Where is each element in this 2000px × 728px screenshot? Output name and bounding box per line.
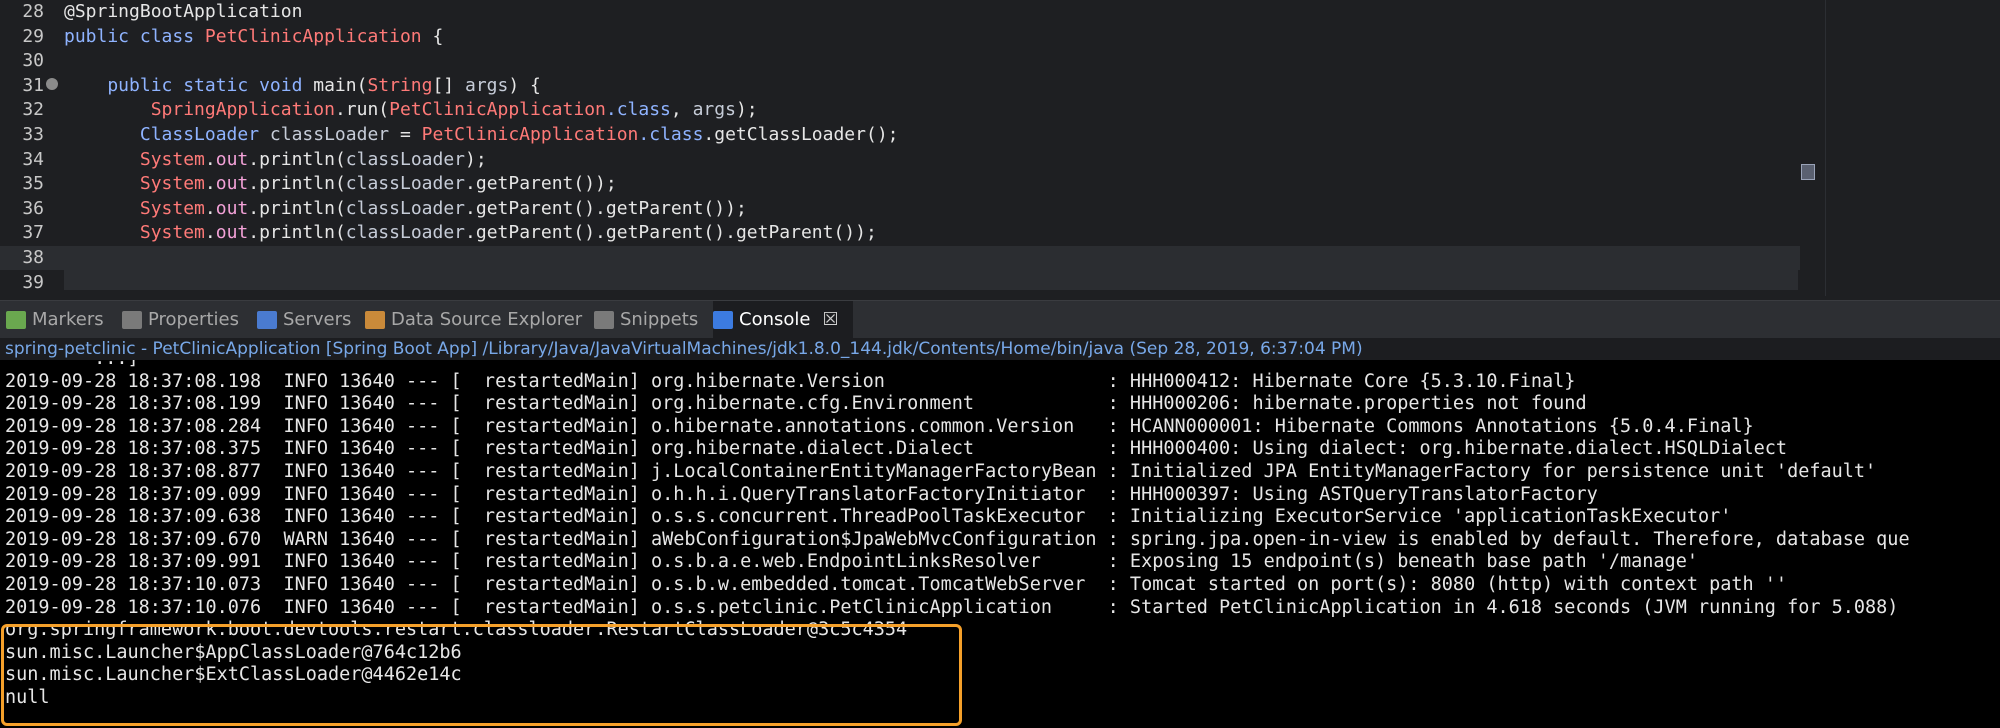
console-line: 2019-09-28 18:37:09.670 WARN 13640 --- […	[5, 528, 1910, 550]
code-text: System.out.println(classLoader.getParent…	[139, 222, 877, 244]
tab-label: Markers	[32, 309, 104, 330]
code-line[interactable]: 35 System.out.println(classLoader.getPar…	[0, 172, 1800, 196]
code-line[interactable]: 31 public static void main(String[] args…	[0, 74, 1800, 98]
line-number: 29	[22, 25, 44, 47]
line-number: 33	[22, 124, 44, 145]
console-line: null	[5, 687, 50, 708]
tab-label: Servers	[283, 309, 352, 330]
tab-console[interactable]: Console ☒	[713, 301, 853, 339]
line-number: 30	[22, 50, 44, 72]
tab-label: Properties	[148, 309, 239, 330]
console-line: org.springframework.boot.devtools.restar…	[5, 619, 908, 641]
data-source-icon	[365, 311, 385, 329]
console-line: 2019-09-28 18:37:08.375 INFO 13640 --- […	[5, 438, 1788, 460]
tab-label: Data Source Explorer	[391, 309, 583, 330]
line-number: 37	[22, 222, 44, 244]
line-number: 28	[22, 1, 44, 22]
line-number: 35	[22, 173, 44, 195]
console-line: sun.misc.Launcher$ExtClassLoader@4462e14…	[5, 664, 462, 686]
tab-label: Console	[739, 309, 811, 330]
tab-servers[interactable]: Servers	[257, 301, 358, 339]
code-text: @SpringBootApplication	[64, 1, 303, 22]
servers-icon	[257, 311, 277, 329]
tab-properties[interactable]: Properties	[122, 301, 250, 339]
console-launch-description: spring-petclinic - PetClinicApplication …	[0, 338, 2000, 360]
markers-icon	[6, 311, 26, 329]
code-editor[interactable]: 28 @SpringBootApplication 29 public class P…	[0, 0, 2000, 296]
code-line[interactable]: 37 System.out.println(classLoader.getPar…	[0, 221, 1800, 245]
code-text: public class PetClinicApplication {	[64, 25, 444, 47]
code-line[interactable]: 29 public class PetClinicApplication {	[0, 25, 1800, 49]
console-line: sun.misc.Launcher$AppClassLoader@764c12b…	[5, 641, 462, 663]
tab-data-source-explorer[interactable]: Data Source Explorer	[365, 301, 587, 339]
code-line[interactable]: 36 System.out.println(classLoader.getPar…	[0, 197, 1800, 221]
code-line[interactable]: 30	[0, 49, 1800, 73]
console-line: 2019-09-28 18:37:09.991 INFO 13640 --- […	[5, 551, 1698, 573]
console-line: 2019-09-28 18:37:09.099 INFO 13640 --- […	[5, 483, 1598, 505]
console-line: 2019-09-28 18:37:09.638 INFO 13640 --- […	[5, 506, 1732, 528]
code-line[interactable]: 34 System.out.println(classLoader);	[0, 148, 1800, 172]
line-number: 34	[22, 148, 44, 170]
properties-icon	[122, 311, 142, 329]
code-text: System.out.println(classLoader);	[139, 148, 487, 170]
code-line[interactable]: 32 SpringApplication.run(PetClinicApplic…	[0, 98, 1800, 122]
code-text: public static void main(String[] args) {	[64, 74, 541, 96]
overview-ruler	[1825, 0, 1826, 296]
tab-label: Snippets	[620, 309, 699, 330]
line-number: 38	[22, 247, 44, 268]
fold-toggle-icon[interactable]	[46, 77, 58, 90]
console-output[interactable]: ...]2019-09-28 18:37:08.198 INFO 13640 -…	[0, 360, 2000, 728]
line-number: 32	[22, 99, 44, 121]
console-line: 2019-09-28 18:37:08.198 INFO 13640 --- […	[5, 370, 1576, 392]
snippets-icon	[594, 311, 614, 329]
code-line[interactable]: 33 ClassLoader classLoader = PetClinicAp…	[0, 123, 1800, 147]
console-line: 2019-09-28 18:37:10.076 INFO 13640 --- […	[5, 596, 1899, 618]
close-tab-icon[interactable]: ☒	[822, 301, 838, 339]
code-line[interactable]: 28 @SpringBootApplication	[0, 0, 1800, 24]
code-text: System.out.println(classLoader.getParent…	[139, 197, 747, 219]
console-line: ...]	[5, 360, 139, 371]
overview-ruler-marker[interactable]	[1801, 164, 1815, 180]
code-text: ClassLoader classLoader = PetClinicAppli…	[139, 124, 899, 145]
console-line: 2019-09-28 18:37:08.877 INFO 13640 --- […	[5, 461, 1877, 482]
console-line: 2019-09-28 18:37:08.199 INFO 13640 --- […	[5, 393, 1587, 415]
code-text: SpringApplication.run(PetClinicApplicati…	[150, 99, 758, 121]
tab-snippets[interactable]: Snippets	[594, 301, 706, 339]
console-line: 2019-09-28 18:37:10.073 INFO 13640 --- […	[5, 574, 1788, 595]
console-line: 2019-09-28 18:37:08.284 INFO 13640 --- […	[5, 415, 1754, 437]
view-tab-bar: Markers Properties Servers Data Source Expl…	[0, 300, 2000, 339]
tab-markers[interactable]: Markers	[6, 301, 116, 339]
line-number: 31	[22, 74, 44, 96]
line-number: 39	[22, 271, 44, 293]
line-number: 36	[22, 197, 44, 219]
console-icon	[713, 311, 733, 329]
code-text: System.out.println(classLoader.getParent…	[139, 173, 617, 195]
code-line[interactable]: 38	[0, 246, 1800, 270]
editor-current-line-band	[64, 270, 1798, 290]
